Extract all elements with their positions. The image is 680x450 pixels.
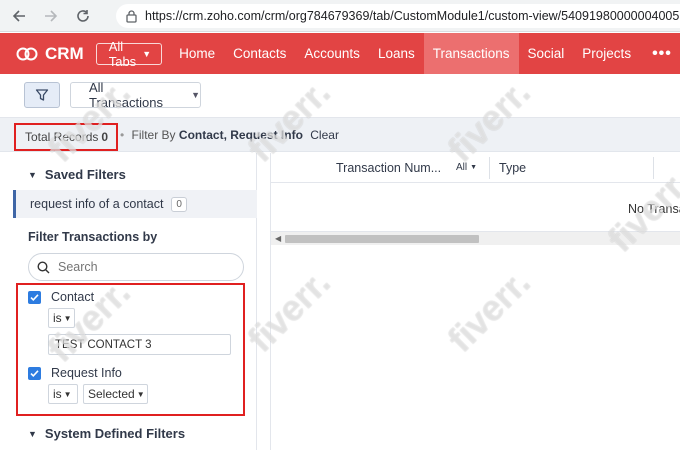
filter-request-info-row[interactable]: Request Info <box>28 366 122 380</box>
applied-filters: • Filter By Contact, Request Info Clear <box>120 128 339 142</box>
filter-section-title: Filter Transactions by <box>28 230 158 244</box>
system-filters-title: System Defined Filters <box>44 426 186 441</box>
scroll-left-icon[interactable]: ◀ <box>275 234 281 243</box>
brand-name: CRM <box>45 43 84 63</box>
list-toolbar: All Transactions ▼ <box>0 74 680 118</box>
system-filters-header[interactable]: ▼ System Defined Filters <box>28 426 185 441</box>
saved-filter-label: request info of a contact <box>30 197 164 211</box>
arrow-left-icon <box>12 9 25 22</box>
saved-filter-item[interactable]: request info of a contact 0 <box>13 190 257 218</box>
filter-by-label: Filter By <box>131 128 176 142</box>
contact-value-input[interactable]: TEST CONTACT 3 <box>48 334 231 355</box>
horizontal-scrollbar[interactable]: ◀ <box>271 231 680 245</box>
caret-down-icon: ▼ <box>191 90 200 100</box>
records-info-bar: Total Records 0 • Filter By Contact, Req… <box>0 118 680 152</box>
column-filter-select[interactable]: All ▼ <box>456 162 477 173</box>
custom-view-label: All Transactions <box>89 80 163 110</box>
tab-home[interactable]: Home <box>170 33 224 74</box>
tab-projects[interactable]: Projects <box>573 33 640 74</box>
column-divider[interactable] <box>489 157 490 179</box>
all-tabs-label: All Tabs <box>108 38 137 69</box>
zoho-crm-logo-icon <box>16 47 38 60</box>
url-text: https://crm.zoho.com/crm/org784679369/ta… <box>145 9 680 23</box>
browser-bar: https://crm.zoho.com/crm/org784679369/ta… <box>0 0 680 32</box>
reload-icon <box>77 9 89 22</box>
contact-operator-value: is <box>53 311 62 325</box>
column-divider[interactable] <box>653 157 654 179</box>
tab-accounts[interactable]: Accounts <box>295 33 369 74</box>
total-records-count: 0 <box>101 130 109 144</box>
request-info-checkbox[interactable] <box>28 366 41 380</box>
filter-toggle-button[interactable] <box>24 82 60 108</box>
filter-search-input[interactable] <box>58 260 228 274</box>
contact-checkbox[interactable] <box>28 290 41 304</box>
funnel-icon <box>35 89 49 101</box>
crm-logo[interactable]: CRM <box>16 44 84 64</box>
tab-loans[interactable]: Loans <box>369 33 424 74</box>
clear-filters-link[interactable]: Clear <box>310 128 339 142</box>
module-tabs: Home Contacts Accounts Loans Transaction… <box>170 33 680 74</box>
tab-social[interactable]: Social <box>519 33 574 74</box>
scrollbar-thumb[interactable] <box>285 235 479 243</box>
total-records-label: Total Records <box>25 130 99 144</box>
request-info-operator-value: is <box>53 387 62 401</box>
separator-dot: • <box>120 128 125 142</box>
request-info-label: Request Info <box>51 366 122 380</box>
column-transaction-number[interactable]: Transaction Num... <box>336 161 441 175</box>
saved-filters-header[interactable]: ▼ Saved Filters <box>28 167 126 182</box>
filter-contact-row[interactable]: Contact <box>28 290 94 304</box>
filter-by-fields: Contact, Request Info <box>178 128 303 142</box>
records-table: Transaction Num... All ▼ Type No Transac… <box>270 153 680 450</box>
more-tabs-button[interactable]: ••• <box>640 33 680 74</box>
address-bar[interactable]: https://crm.zoho.com/crm/org784679369/ta… <box>116 4 680 28</box>
filter-panel: ▼ Saved Filters request info of a contac… <box>10 153 257 450</box>
triangle-down-icon: ▼ <box>28 169 37 180</box>
back-button[interactable] <box>6 3 32 29</box>
total-records: Total Records 0 <box>14 123 118 151</box>
filter-search[interactable] <box>28 253 244 281</box>
contact-value: TEST CONTACT 3 <box>55 338 152 351</box>
caret-down-icon: ▼ <box>63 313 72 323</box>
site-info-icon[interactable] <box>126 9 137 23</box>
triangle-down-icon: ▼ <box>28 428 37 439</box>
caret-down-icon: ▼ <box>136 389 145 399</box>
forward-button[interactable] <box>38 3 64 29</box>
table-header: Transaction Num... All ▼ Type <box>271 153 680 183</box>
custom-view-select[interactable]: All Transactions ▼ <box>70 80 201 110</box>
request-info-operator-select[interactable]: is ▼ <box>48 384 78 404</box>
column-type[interactable]: Type <box>499 161 526 175</box>
saved-filter-count: 0 <box>171 196 187 212</box>
caret-down-icon: ▼ <box>142 48 152 59</box>
saved-filters-title: Saved Filters <box>44 167 126 182</box>
checkmark-icon <box>30 293 39 301</box>
empty-state-message: No Transactions found. <box>628 202 680 216</box>
top-navigation: CRM All Tabs ▼ Home Contacts Accounts Lo… <box>0 33 680 74</box>
all-tabs-button[interactable]: All Tabs ▼ <box>95 39 163 69</box>
tab-transactions[interactable]: Transactions <box>423 33 519 74</box>
request-info-value-select[interactable]: Selected ▼ <box>83 384 148 404</box>
reload-button[interactable] <box>70 3 96 29</box>
arrow-right-icon <box>45 9 58 22</box>
request-info-value: Selected <box>88 387 135 401</box>
contact-label: Contact <box>51 290 95 304</box>
checkmark-icon <box>30 369 39 377</box>
column-filter-value: All <box>456 162 468 173</box>
contact-operator-select[interactable]: is ▼ <box>48 308 75 328</box>
search-icon <box>37 260 50 273</box>
caret-down-icon: ▼ <box>470 164 478 171</box>
tab-contacts[interactable]: Contacts <box>224 33 295 74</box>
caret-down-icon: ▼ <box>63 389 72 399</box>
